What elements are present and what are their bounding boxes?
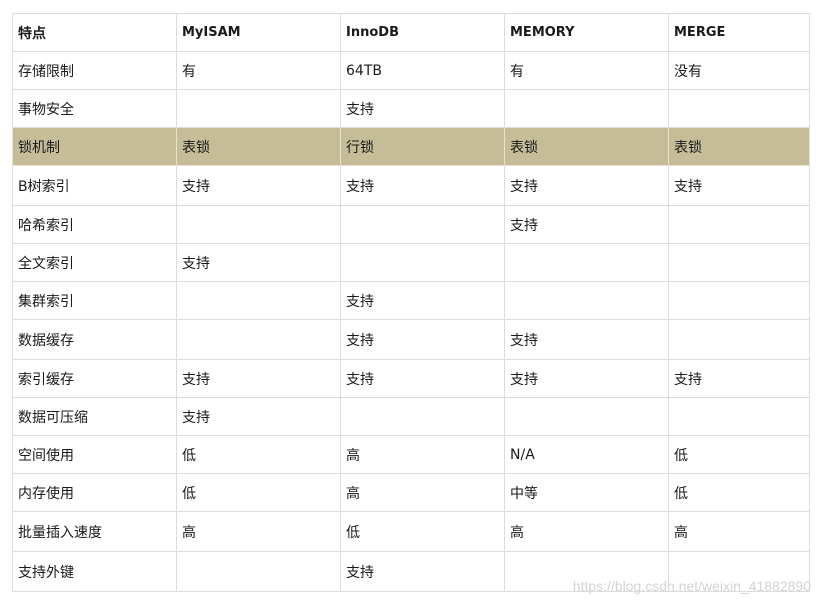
table-row: 事物安全 支持: [12, 89, 810, 128]
cell-memory: 表锁: [504, 127, 669, 166]
cell-memory: 支持: [504, 165, 669, 206]
row-label: 数据可压缩: [12, 397, 177, 436]
cell-myisam: 低: [176, 473, 341, 512]
cell-myisam: 支持: [176, 243, 341, 282]
cell-memory: 支持: [504, 359, 669, 398]
cell-merge: 高: [668, 511, 810, 552]
header-innodb: InnoDB: [340, 13, 505, 52]
header-feature: 特点: [12, 13, 177, 52]
header-memory: MEMORY: [504, 13, 669, 52]
cell-myisam: 支持: [176, 359, 341, 398]
cell-innodb: 支持: [340, 359, 505, 398]
cell-memory: [504, 243, 669, 282]
cell-innodb: [340, 205, 505, 244]
row-label: 锁机制: [12, 127, 177, 166]
cell-innodb: 支持: [340, 165, 505, 206]
cell-innodb: [340, 397, 505, 436]
cell-innodb: 支持: [340, 281, 505, 320]
table-row: 全文索引 支持: [12, 243, 810, 282]
row-label: 内存使用: [12, 473, 177, 512]
cell-myisam: 高: [176, 511, 341, 552]
cell-innodb: 高: [340, 473, 505, 512]
cell-memory: 有: [504, 51, 669, 90]
cell-innodb: 支持: [340, 319, 505, 360]
row-label: 数据缓存: [12, 319, 177, 360]
cell-myisam: 支持: [176, 165, 341, 206]
cell-merge: [668, 205, 810, 244]
cell-myisam: [176, 89, 341, 128]
cell-merge: [668, 243, 810, 282]
cell-innodb: 行锁: [340, 127, 505, 166]
row-label: 事物安全: [12, 89, 177, 128]
row-label: 支持外键: [12, 551, 177, 592]
cell-innodb: 低: [340, 511, 505, 552]
cell-merge: [668, 319, 810, 360]
cell-memory: 中等: [504, 473, 669, 512]
cell-memory: [504, 397, 669, 436]
cell-merge: 低: [668, 473, 810, 512]
cell-myisam: 支持: [176, 397, 341, 436]
cell-innodb: 支持: [340, 551, 505, 592]
table-row: 哈希索引 支持: [12, 205, 810, 244]
cell-innodb: 支持: [340, 89, 505, 128]
cell-merge: [668, 397, 810, 436]
row-label: 全文索引: [12, 243, 177, 282]
header-myisam: MyISAM: [176, 13, 341, 52]
cell-memory: 支持: [504, 319, 669, 360]
table-row: 存储限制 有 64TB 有 没有: [12, 51, 810, 90]
table-row: 集群索引 支持: [12, 281, 810, 320]
cell-myisam: [176, 319, 341, 360]
cell-myisam: 低: [176, 435, 341, 474]
cell-memory: [504, 281, 669, 320]
row-label: 批量插入速度: [12, 511, 177, 552]
table-row: 数据缓存 支持 支持: [12, 319, 810, 360]
cell-innodb: [340, 243, 505, 282]
row-label: 集群索引: [12, 281, 177, 320]
row-label: 存储限制: [12, 51, 177, 90]
storage-engine-comparison-table: 特点 MyISAM InnoDB MEMORY MERGE 存储限制 有 64T…: [12, 13, 810, 592]
cell-memory: N/A: [504, 435, 669, 474]
table-header-row: 特点 MyISAM InnoDB MEMORY MERGE: [12, 13, 810, 52]
header-merge: MERGE: [668, 13, 810, 52]
table-row: 批量插入速度 高 低 高 高: [12, 511, 810, 552]
cell-myisam: [176, 281, 341, 320]
cell-innodb: 高: [340, 435, 505, 474]
row-label: 哈希索引: [12, 205, 177, 244]
cell-merge: 支持: [668, 359, 810, 398]
cell-memory: 高: [504, 511, 669, 552]
table-row: 索引缓存 支持 支持 支持 支持: [12, 359, 810, 398]
cell-memory: 支持: [504, 205, 669, 244]
cell-merge: 没有: [668, 51, 810, 90]
table-row: 数据可压缩 支持: [12, 397, 810, 436]
cell-merge: 支持: [668, 165, 810, 206]
row-label: 索引缓存: [12, 359, 177, 398]
table-row: 内存使用 低 高 中等 低: [12, 473, 810, 512]
cell-myisam: 有: [176, 51, 341, 90]
cell-myisam: [176, 205, 341, 244]
cell-innodb: 64TB: [340, 51, 505, 90]
cell-merge: [668, 89, 810, 128]
table-row: B树索引 支持 支持 支持 支持: [12, 165, 810, 206]
cell-merge: [668, 281, 810, 320]
cell-merge: 表锁: [668, 127, 810, 166]
source-watermark: https://blog.csdn.net/weixin_41882890: [572, 578, 811, 594]
row-label: 空间使用: [12, 435, 177, 474]
row-label: B树索引: [12, 165, 177, 206]
cell-memory: [504, 89, 669, 128]
cell-myisam: [176, 551, 341, 592]
table-row: 空间使用 低 高 N/A 低: [12, 435, 810, 474]
table-row-highlighted: 锁机制 表锁 行锁 表锁 表锁: [12, 127, 810, 166]
cell-myisam: 表锁: [176, 127, 341, 166]
cell-merge: 低: [668, 435, 810, 474]
